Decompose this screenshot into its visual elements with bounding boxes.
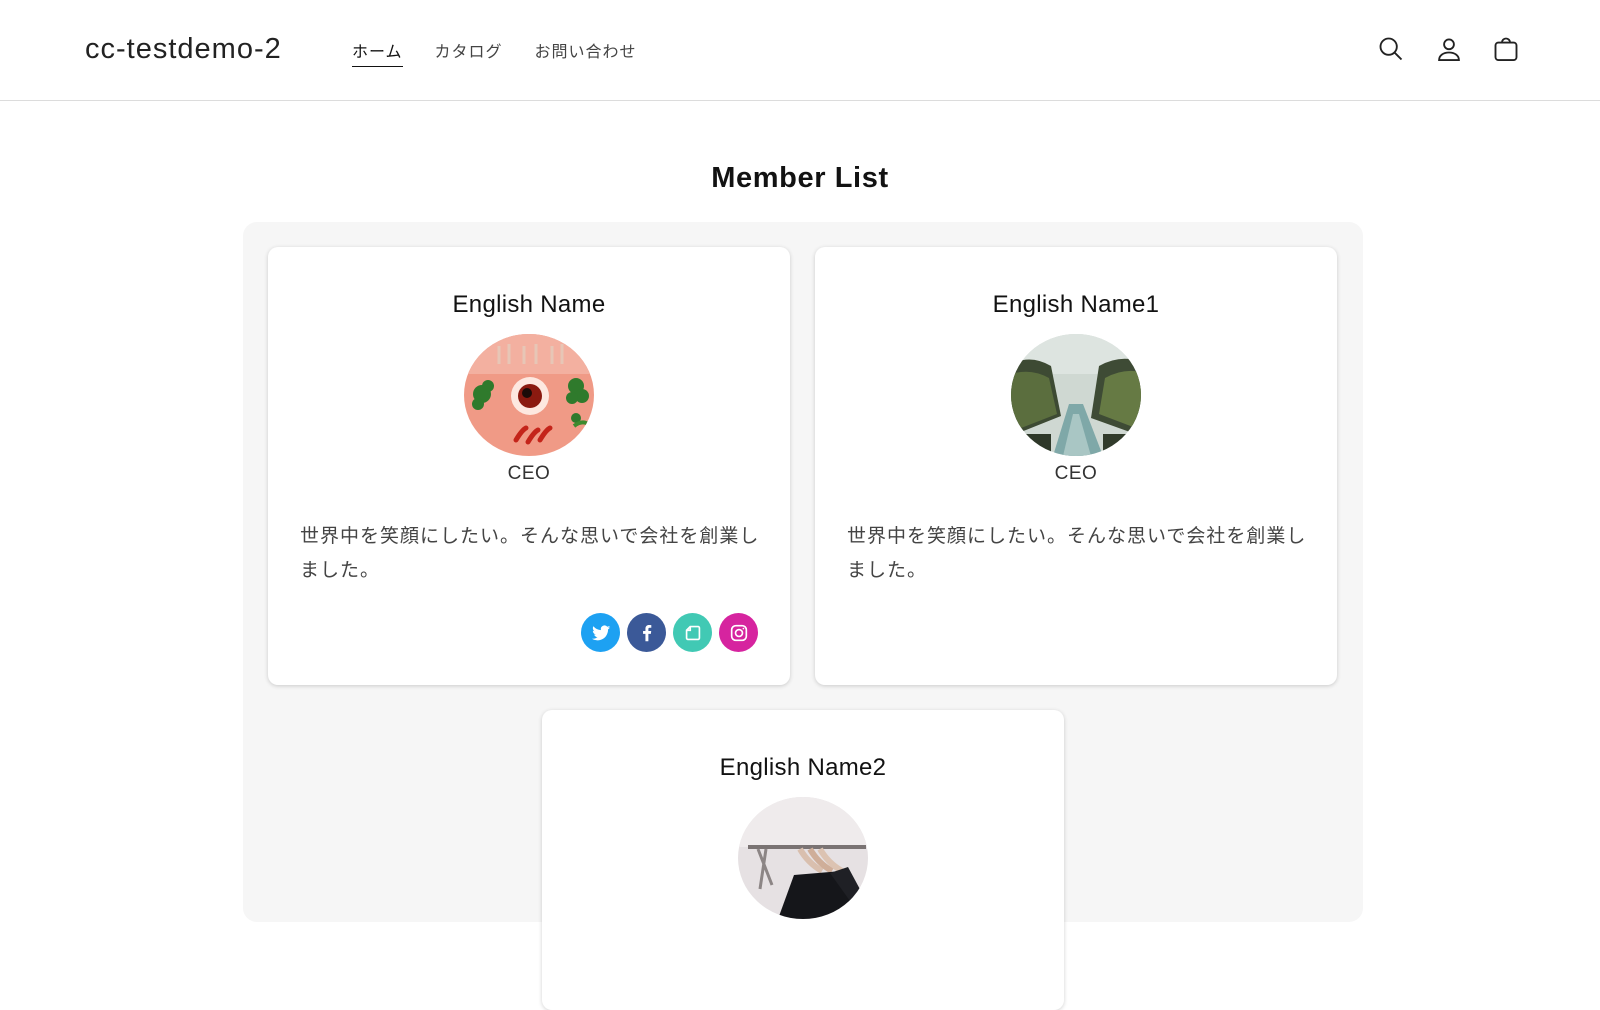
account-icon[interactable] (1433, 33, 1465, 65)
member-name: English Name1 (992, 291, 1160, 318)
facebook-icon[interactable] (627, 613, 666, 652)
nav-item-contact[interactable]: お問い合わせ (535, 38, 637, 67)
member-card: English Name CEO 世界中を笑顔にしたい。そんな思いで会社を創業し… (268, 247, 790, 685)
site-header: cc-testdemo-2 ホーム カタログ お問い合わせ (0, 0, 1600, 101)
cart-icon[interactable] (1490, 33, 1522, 65)
instagram-icon[interactable] (719, 613, 758, 652)
nav-item-home[interactable]: ホーム (352, 38, 403, 67)
social-links (581, 613, 758, 652)
note-icon[interactable] (673, 613, 712, 652)
member-avatar (738, 797, 868, 919)
member-role: CEO (1054, 463, 1098, 484)
member-card: English Name2 (542, 710, 1064, 1010)
member-bio: 世界中を笑顔にしたい。そんな思いで会社を創業しました。 (300, 525, 760, 581)
member-role: CEO (507, 463, 551, 484)
page-title: Member List (711, 162, 889, 194)
member-avatar (1011, 334, 1141, 456)
member-list: English Name CEO 世界中を笑顔にしたい。そんな思いで会社を創業し… (243, 222, 1363, 1010)
member-name: English Name2 (719, 754, 887, 781)
main-nav: ホーム カタログ お問い合わせ (352, 38, 637, 67)
member-card: English Name1 CEO 世界中を笑顔にしたい。そんな思いで会社を創業… (815, 247, 1337, 685)
site-logo[interactable]: cc-testdemo-2 (85, 33, 282, 66)
member-avatar (464, 334, 594, 456)
member-bio: 世界中を笑顔にしたい。そんな思いで会社を創業しました。 (847, 525, 1307, 581)
nav-item-catalog[interactable]: カタログ (435, 38, 503, 67)
member-name: English Name (452, 291, 606, 318)
search-icon[interactable] (1375, 33, 1407, 65)
twitter-icon[interactable] (581, 613, 620, 652)
